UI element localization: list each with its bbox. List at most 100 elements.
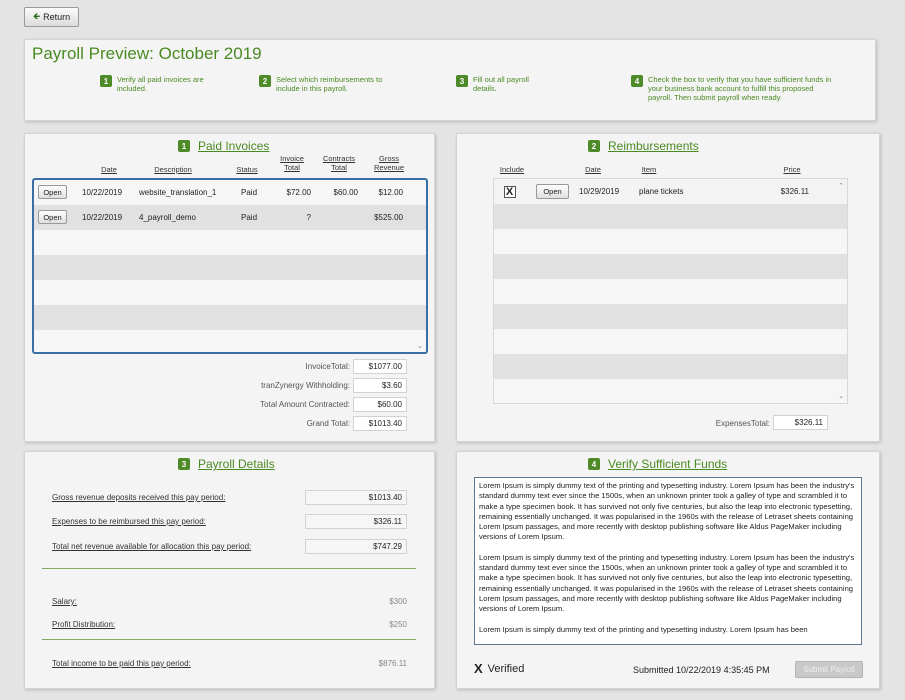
section-title: Reimbursements [608, 139, 699, 153]
submitted-timestamp: Submitted 10/22/2019 4:35:45 PM [633, 665, 770, 675]
payroll-details-heading: 3 Payroll Details [178, 457, 275, 471]
col-header-date[interactable]: Date [96, 165, 122, 174]
reimbursement-date: 10/29/2019 [579, 187, 620, 196]
step-text-3: Fill out all payroll details. [473, 75, 529, 93]
col-header-item[interactable]: Item [638, 165, 660, 174]
table-row [34, 255, 426, 280]
invoice-total-label: InvoiceTotal: [305, 362, 350, 371]
table-row [494, 254, 847, 279]
header-panel: Payroll Preview: October 2019 1 Verify a… [24, 39, 876, 121]
scroll-down-icon[interactable]: ⌄ [838, 392, 844, 400]
table-row [494, 379, 847, 403]
table-row[interactable]: Open 10/22/2019 4_payroll_demo Paid ? $5… [34, 205, 426, 230]
paid-invoices-heading: 1 Paid Invoices [178, 139, 269, 153]
table-row [34, 280, 426, 305]
net-revenue-label: Total net revenue available for allocati… [52, 542, 252, 551]
gross-revenue: $525.00 [374, 213, 403, 222]
step-1: 1 Verify all paid invoices are included. [100, 75, 212, 93]
step-text-1: Verify all paid invoices are included. [117, 75, 204, 93]
verified-label: Verified [487, 662, 525, 675]
col-header-description[interactable]: Description [148, 165, 198, 174]
col-header-gross-revenue[interactable]: Gross Revenue [369, 154, 409, 172]
invoices-grid[interactable]: Open 10/22/2019 website_translation_1 Pa… [32, 178, 428, 354]
invoice-description: website_translation_1 [139, 188, 217, 197]
col-header-status[interactable]: Status [232, 165, 262, 174]
table-row[interactable]: Open 10/22/2019 website_translation_1 Pa… [34, 180, 426, 205]
contracts-total: $60.00 [333, 188, 358, 197]
open-reimbursement-button[interactable]: Open [536, 184, 569, 199]
open-invoice-button[interactable]: Open [38, 210, 67, 224]
page-title: Payroll Preview: October 2019 [32, 44, 262, 63]
contracts-total [324, 205, 358, 230]
verified-checkbox[interactable]: X Verified [474, 661, 524, 676]
gross-revenue-value: $1013.40 [305, 490, 407, 505]
table-row [34, 230, 426, 255]
terms-paragraph: Lorem Ipsum is simply dummy text of the … [479, 481, 855, 542]
terms-paragraph: Lorem Ipsum is simply dummy text of the … [479, 624, 808, 634]
col-header-contracts-total[interactable]: Contracts Total [318, 154, 360, 172]
verified-check-icon: X [474, 661, 483, 676]
section-title: Paid Invoices [198, 139, 270, 153]
grand-total-value: $1013.40 [353, 416, 407, 431]
section-badge: 3 [178, 458, 190, 470]
grand-total-label: Grand Total: [306, 419, 350, 428]
payroll-details-panel [24, 451, 435, 689]
return-button[interactable]: 🡸 Return [24, 7, 79, 27]
invoice-date: 10/22/2019 [82, 213, 123, 222]
step-text-4: Check the box to verify that you have su… [648, 75, 832, 102]
profit-distribution-value[interactable]: $250 [360, 620, 407, 629]
terms-text-box[interactable]: Lorem Ipsum is simply dummy text of the … [474, 477, 862, 645]
reimbursement-price: $326.11 [780, 187, 809, 196]
gross-revenue-label: Gross revenue deposits received this pay… [52, 493, 226, 502]
col-header-date[interactable]: Date [580, 165, 606, 174]
divider [42, 639, 416, 640]
invoice-date: 10/22/2019 [82, 188, 123, 197]
scroll-down-icon[interactable]: ⌄ [417, 342, 423, 350]
table-row [494, 304, 847, 329]
amount-contracted-label: Total Amount Contracted: [260, 400, 350, 409]
include-checkbox[interactable]: X [503, 179, 516, 204]
invoice-status: Paid [241, 188, 258, 197]
step-badge-4: 4 [631, 75, 643, 87]
withholding-label: tranZynergy Withholding: [261, 381, 350, 390]
salary-value[interactable]: $300 [360, 597, 407, 606]
reimbursements-grid[interactable]: X Open 10/29/2019 plane tickets $326.11 … [493, 178, 848, 404]
back-arrow-icon: 🡸 [32, 11, 41, 21]
reimbursements-heading: 2 Reimbursements [588, 139, 699, 153]
table-row [34, 305, 426, 330]
step-badge-3: 3 [456, 75, 468, 87]
table-row[interactable]: X Open 10/29/2019 plane tickets $326.11 [494, 179, 847, 204]
section-badge: 4 [588, 458, 600, 470]
net-revenue-value: $747.29 [305, 539, 407, 554]
step-2: 2 Select which reimbursements to include… [259, 75, 396, 93]
col-header-invoice-total[interactable]: Invoice Total [275, 154, 309, 172]
table-row [494, 204, 847, 229]
total-income-value: $876.11 [378, 659, 407, 668]
submit-payroll-button[interactable]: Submit Payroll [795, 661, 863, 678]
open-invoice-button[interactable]: Open [38, 185, 67, 199]
withholding-value: $3.60 [353, 378, 407, 393]
divider [42, 568, 416, 569]
section-badge: 1 [178, 140, 190, 152]
salary-label: Salary: [52, 597, 77, 606]
section-title: Payroll Details [198, 457, 275, 471]
col-header-include[interactable]: Include [494, 165, 530, 174]
reimbursement-item: plane tickets [639, 187, 684, 196]
step-badge-1: 1 [100, 75, 112, 87]
gross-revenue: $12.00 [378, 188, 403, 197]
invoice-status: Paid [241, 213, 258, 222]
table-row [494, 229, 847, 254]
scroll-up-icon[interactable]: ⌃ [838, 182, 844, 190]
amount-contracted-value: $60.00 [353, 397, 407, 412]
table-row [494, 329, 847, 354]
return-label: Return [43, 12, 71, 22]
profit-distribution-label: Profit Distribution: [52, 620, 116, 629]
step-badge-2: 2 [259, 75, 271, 87]
col-header-price[interactable]: Price [780, 165, 804, 174]
step-text-2: Select which reimbursements to include i… [276, 75, 383, 93]
expenses-reimbursed-value: $326.11 [305, 514, 407, 529]
invoice-total: ? [306, 213, 311, 222]
section-title: Verify Sufficient Funds [608, 457, 728, 471]
table-row [494, 279, 847, 304]
section-badge: 2 [588, 140, 600, 152]
